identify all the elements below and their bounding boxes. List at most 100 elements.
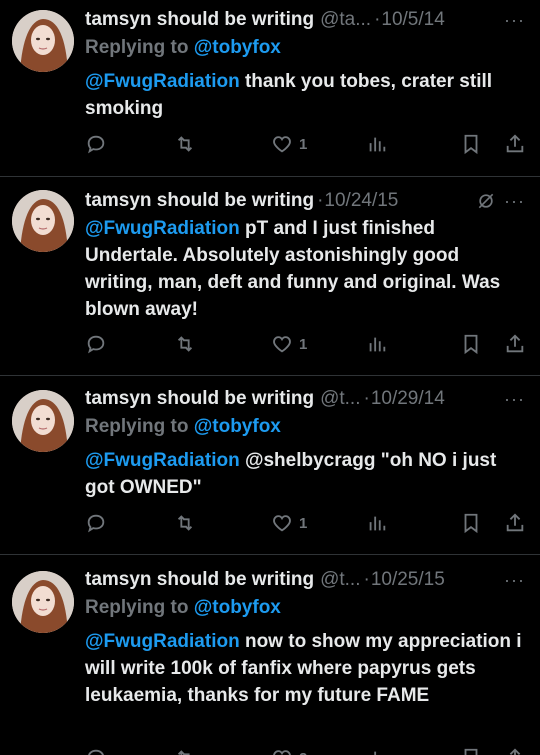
display-name[interactable]: tamsyn should be writing [85,6,314,34]
timeline-feed: tamsyn should be writing @ta... · 10/5/1… [0,0,540,755]
tweet-text: @FwugRadiation thank you tobes, crater s… [85,68,530,122]
mention-link[interactable]: @FwugRadiation [85,631,240,652]
replying-to-link[interactable]: @tobyfox [194,416,281,437]
user-handle[interactable]: @t... [320,385,360,413]
more-icon[interactable]: ··· [504,568,525,592]
separator-dot: · [363,388,370,409]
views-icon [366,133,388,155]
display-name[interactable]: tamsyn should be writing [85,566,314,594]
like-button[interactable]: 1 [271,333,307,355]
retweet-icon [174,747,196,755]
more-icon[interactable]: ··· [504,387,525,411]
like-icon [271,133,293,155]
share-button[interactable] [504,512,526,534]
retweet-icon [174,512,196,534]
tweet[interactable]: tamsyn should be writing @t... · 10/25/1… [0,555,540,755]
share-button[interactable] [504,333,526,355]
more-icon[interactable]: ··· [504,8,525,32]
reply-icon [85,133,107,155]
user-handle[interactable]: @t... [320,566,360,594]
mention-link[interactable]: @FwugRadiation [85,218,240,239]
display-name[interactable]: tamsyn should be writing [85,385,314,413]
avatar[interactable] [12,190,74,252]
separator-dot: · [374,9,381,30]
views-icon [366,333,388,355]
tweet-text: @FwugRadiation pT and I just finished Un… [85,215,530,323]
separator-dot: · [317,190,324,211]
replying-to: Replying to @tobyfox [85,594,530,622]
replying-to-link[interactable]: @tobyfox [194,597,281,618]
views-button[interactable] [366,747,388,755]
share-icon [504,512,526,534]
reply-icon [85,747,107,755]
replying-to: Replying to @tobyfox [85,413,530,441]
edited-icon[interactable] [476,191,496,216]
tweet-text: @FwugRadiation now to show my appreciati… [85,628,530,709]
replying-to-label: Replying to [85,597,194,618]
like-button[interactable]: 2 [271,747,307,755]
tweet[interactable]: tamsyn should be writing · 10/24/15 @Fwu… [0,177,540,375]
like-icon [271,333,293,355]
replying-to: Replying to @tobyfox [85,34,530,62]
tweet-date[interactable]: 10/24/15 [324,187,398,215]
share-button[interactable] [504,133,526,155]
action-bar: 1 [85,512,530,538]
like-count: 1 [299,514,308,532]
bookmark-button[interactable] [460,333,482,355]
share-icon [504,133,526,155]
replying-to-link[interactable]: @tobyfox [194,37,281,58]
tweet-date[interactable]: 10/29/14 [371,385,445,413]
action-bar: 1 [85,133,530,159]
bookmark-button[interactable] [460,133,482,155]
bookmark-button[interactable] [460,512,482,534]
like-button[interactable]: 1 [271,133,307,155]
more-icon[interactable]: ··· [504,189,525,213]
share-icon [504,333,526,355]
tweet[interactable]: tamsyn should be writing @t... · 10/29/1… [0,376,540,554]
like-icon [271,512,293,534]
bookmark-icon [460,512,482,534]
avatar[interactable] [12,10,74,72]
mention-link[interactable]: @FwugRadiation [85,450,240,471]
tweet-header: tamsyn should be writing @t... · 10/29/1… [85,385,530,413]
retweet-icon [174,133,196,155]
action-bar: 1 [85,333,530,359]
tweet-date[interactable]: 10/5/14 [381,6,444,34]
mention-link[interactable]: @FwugRadiation [85,71,240,92]
retweet-button[interactable] [174,512,196,534]
reply-button[interactable] [85,333,107,355]
views-button[interactable] [366,512,388,534]
display-name[interactable]: tamsyn should be writing [85,187,314,215]
bookmark-icon [460,133,482,155]
views-icon [366,512,388,534]
views-button[interactable] [366,333,388,355]
avatar[interactable] [12,390,74,452]
bookmark-icon [460,747,482,755]
like-button[interactable]: 1 [271,512,307,534]
tweet[interactable]: tamsyn should be writing @ta... · 10/5/1… [0,0,540,177]
like-count: 1 [299,135,308,153]
tweet-date[interactable]: 10/25/15 [371,566,445,594]
share-button[interactable] [504,747,526,755]
retweet-button[interactable] [174,747,196,755]
retweet-button[interactable] [174,133,196,155]
reply-button[interactable] [85,133,107,155]
retweet-button[interactable] [174,333,196,355]
views-button[interactable] [366,133,388,155]
separator-dot: · [363,569,370,590]
retweet-icon [174,333,196,355]
views-icon [366,747,388,755]
reply-button[interactable] [85,747,107,755]
tweet-text: @FwugRadiation @shelbycragg "oh NO i jus… [85,447,530,501]
user-handle[interactable]: @ta... [320,6,371,34]
reply-button[interactable] [85,512,107,534]
like-icon [271,747,293,755]
reply-icon [85,512,107,534]
bookmark-button[interactable] [460,747,482,755]
avatar[interactable] [12,571,74,633]
replying-to-label: Replying to [85,37,194,58]
share-icon [504,747,526,755]
reply-icon [85,333,107,355]
replying-to-label: Replying to [85,416,194,437]
action-bar: 2 [85,747,530,755]
